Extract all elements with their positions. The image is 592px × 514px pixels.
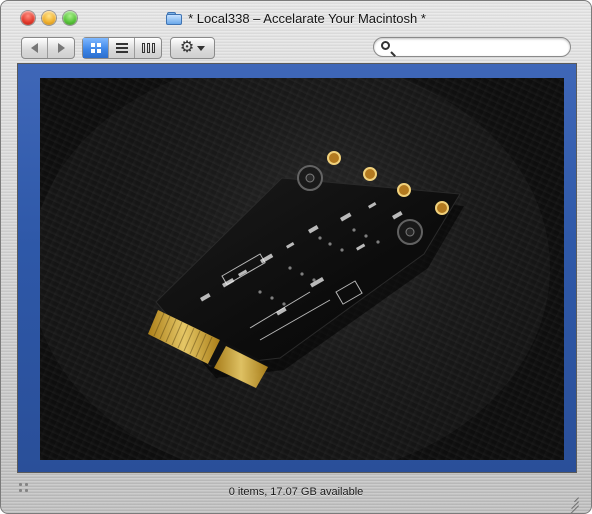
back-button[interactable] <box>22 38 48 58</box>
status-bar: 0 items, 17.07 GB available <box>1 473 591 513</box>
list-view-button[interactable] <box>109 38 135 58</box>
column-view-button[interactable] <box>135 38 161 58</box>
column-view-icon <box>141 43 155 53</box>
search-field[interactable] <box>373 37 571 58</box>
folder-icon <box>166 12 183 25</box>
status-text: 0 items, 17.07 GB available <box>228 486 364 498</box>
icon-view-button[interactable] <box>83 38 109 58</box>
action-menu-button[interactable]: ⚙ <box>170 37 215 59</box>
search-input[interactable] <box>396 40 560 58</box>
view-mode-buttons <box>82 37 162 59</box>
chevron-down-icon <box>197 45 206 51</box>
action-menu-content: ⚙ <box>171 38 214 58</box>
window-title-area: * Local338 – Accelarate Your Macintosh * <box>1 9 591 27</box>
toolbar: ⚙ <box>1 31 591 63</box>
navigation-buttons <box>21 37 75 59</box>
window-title: * Local338 – Accelarate Your Macintosh * <box>188 10 426 26</box>
content-area <box>17 63 577 473</box>
search-icon <box>381 41 390 50</box>
gear-icon: ⚙ <box>179 39 195 56</box>
forward-button[interactable] <box>48 38 74 58</box>
back-arrow-icon <box>31 43 38 53</box>
icon-view-icon <box>90 43 101 53</box>
title-bar[interactable]: * Local338 – Accelarate Your Macintosh * <box>1 1 591 31</box>
list-view-icon <box>115 43 128 53</box>
finder-window: * Local338 – Accelarate Your Macintosh * <box>0 0 592 514</box>
preview-image <box>40 78 564 460</box>
resize-grip[interactable] <box>565 492 579 513</box>
forward-arrow-icon <box>57 43 65 53</box>
circuit-board-image <box>148 151 464 388</box>
